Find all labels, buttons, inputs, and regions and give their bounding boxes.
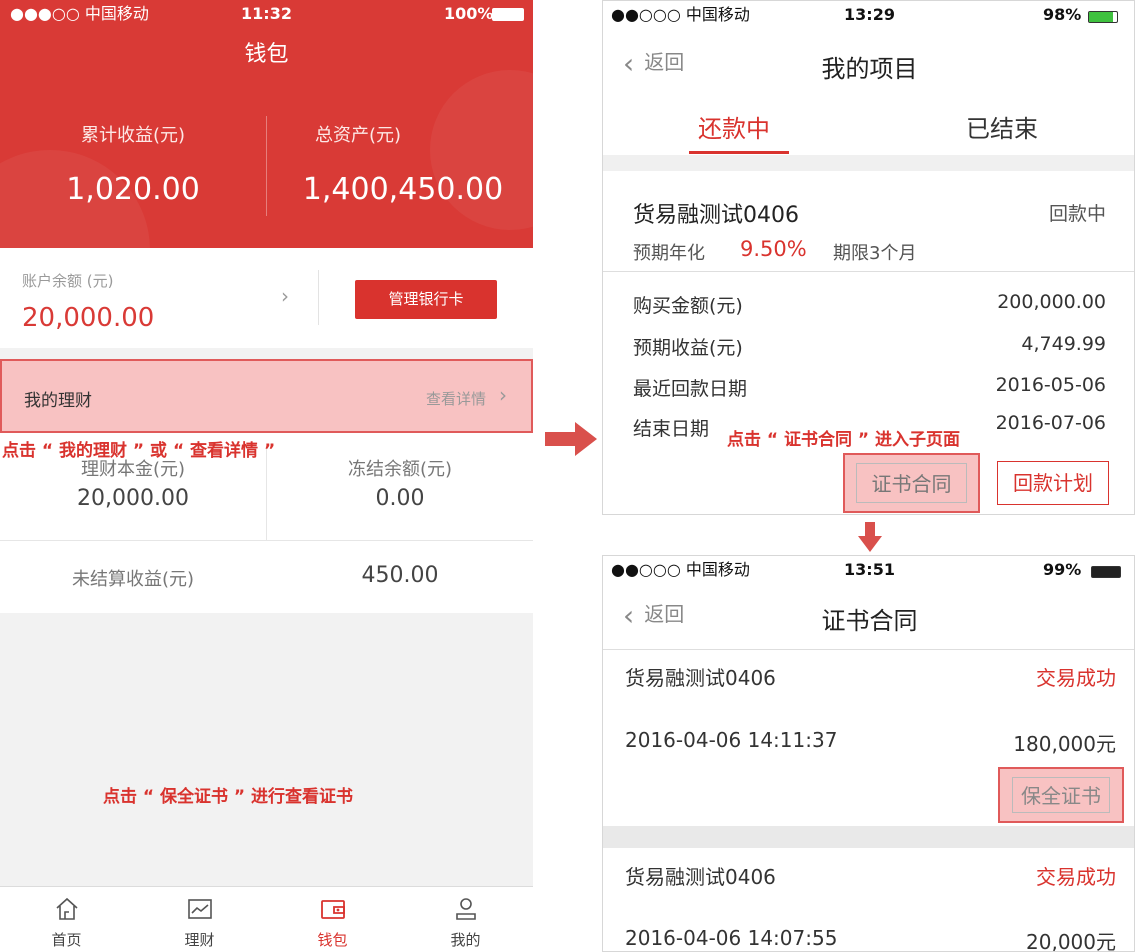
row-label: 购买金额(元): [633, 295, 743, 317]
record-status: 交易成功: [1036, 865, 1116, 889]
view-details-link[interactable]: 查看详情: [426, 388, 486, 409]
tab-label: 首页: [51, 931, 82, 949]
section-gap: [603, 826, 1134, 848]
balance-label: 账户余额 (元): [22, 272, 114, 290]
chevron-right-icon[interactable]: ›: [281, 284, 289, 308]
row-value: 4,749.99: [1021, 333, 1106, 355]
total-assets-label: 总资产(元): [314, 125, 402, 146]
project-tabs: 还款中 已结束: [603, 95, 1134, 155]
my-finance-label: 我的理财: [24, 391, 92, 411]
tab-finance[interactable]: 理财: [133, 887, 266, 952]
record-time: 2016-04-06 14:07:55: [625, 926, 838, 950]
record-name: 货易融测试0406: [625, 666, 776, 690]
tab-finished[interactable]: 已结束: [966, 109, 1038, 144]
wallet-header: ●●●○○ 中国移动 11:32 100% 钱包 累计收益(元) 1,020.0…: [0, 0, 533, 248]
repayment-plan-button[interactable]: 回款计划: [997, 461, 1109, 505]
contract-button-highlight: 证书合同: [843, 453, 980, 513]
row-value: 2016-07-06: [995, 412, 1106, 434]
divider: [603, 649, 1134, 650]
cumulative-income-value: 1,020.00: [66, 172, 200, 207]
my-projects-screen: ●●○○○ 中国移动 13:29 98% ‹ 返回 我的项目 还款中 已结束 货易…: [602, 0, 1135, 515]
divider: [318, 270, 319, 325]
row-label: 最近回款日期: [633, 378, 748, 400]
tab-label: 我的: [450, 931, 481, 949]
home-icon: [55, 897, 78, 920]
battery-icon: [1091, 566, 1121, 578]
record-status: 交易成功: [1036, 666, 1116, 690]
status-battery: 98%: [1043, 5, 1082, 24]
page-title: 我的项目: [821, 55, 918, 83]
preservation-certificate-button[interactable]: 保全证书: [1012, 777, 1110, 813]
certificate-contract-screen: ●●○○○ 中国移动 13:51 99% ‹ 返回 证书合同 货易融测试0406 …: [602, 555, 1135, 952]
total-assets-value: 1,400,450.00: [302, 172, 504, 207]
unsettled-label: 未结算收益(元): [71, 569, 195, 590]
status-battery: 99%: [1043, 560, 1082, 579]
tab-home[interactable]: 首页: [0, 887, 133, 952]
active-tab-indicator: [689, 151, 789, 154]
section-gap: [603, 155, 1134, 171]
tab-wallet[interactable]: 钱包: [266, 887, 399, 952]
row-value: 2016-05-06: [995, 374, 1106, 396]
page-title: 钱包: [244, 42, 289, 67]
tab-bar: 首页 理财 钱包 我的: [0, 886, 533, 952]
record-name: 货易融测试0406: [625, 865, 776, 889]
balance-value: 20,000.00: [22, 303, 155, 333]
battery-icon: [492, 8, 524, 21]
record-amount: 180,000元: [1013, 732, 1116, 756]
row-value: 200,000.00: [997, 291, 1106, 313]
arrow-right-icon: [545, 422, 597, 456]
annotation-text: 点击 “ 证书合同 ” 进入子页面: [727, 430, 961, 450]
row-label: 预期收益(元): [633, 337, 743, 359]
balance-section: 账户余额 (元) 20,000.00 › 管理银行卡: [0, 248, 533, 348]
row-label: 结束日期: [633, 418, 710, 440]
annotation-text: 点击 “ 保全证书 ” 进行查看证书: [103, 787, 354, 807]
divider: [0, 540, 533, 541]
wallet-screen: ●●●○○ 中国移动 11:32 100% 钱包 累计收益(元) 1,020.0…: [0, 0, 533, 952]
rate-value: 9.50%: [740, 237, 807, 261]
project-name: 货易融测试0406: [633, 203, 799, 228]
cert-button-highlight: 保全证书: [998, 767, 1124, 823]
chevron-right-icon[interactable]: ›: [499, 383, 507, 407]
record-amount: 20,000元: [1026, 930, 1116, 952]
tab-label: 理财: [184, 931, 215, 949]
divider: [603, 271, 1134, 272]
battery-icon: [1088, 11, 1118, 23]
tab-label: 钱包: [317, 931, 348, 949]
page-title: 证书合同: [821, 607, 918, 635]
annotation-text: 点击 “ 我的理财 ” 或 “ 查看详情 ”: [2, 441, 276, 461]
term-label: 期限3个月: [833, 243, 917, 264]
chart-icon: [187, 899, 212, 919]
arrow-down-icon: [858, 522, 882, 552]
rate-label: 预期年化: [633, 243, 705, 264]
tab-mine[interactable]: 我的: [399, 887, 532, 952]
principal-value: 20,000.00: [77, 486, 189, 511]
project-status: 回款中: [1048, 203, 1106, 225]
unsettled-value: 450.00: [361, 563, 439, 588]
record-time: 2016-04-06 14:11:37: [625, 728, 838, 752]
tab-repaying[interactable]: 还款中: [698, 109, 770, 144]
wallet-icon: [320, 900, 345, 919]
frozen-label: 冻结余额(元): [347, 459, 453, 480]
certificate-contract-button[interactable]: 证书合同: [856, 463, 967, 503]
my-finance-row[interactable]: 我的理财 查看详情 ›: [0, 359, 533, 433]
user-icon: [455, 898, 476, 920]
frozen-value: 0.00: [375, 486, 425, 511]
manage-bank-card-button[interactable]: 管理银行卡: [355, 280, 497, 319]
status-battery: 100%: [444, 4, 494, 23]
